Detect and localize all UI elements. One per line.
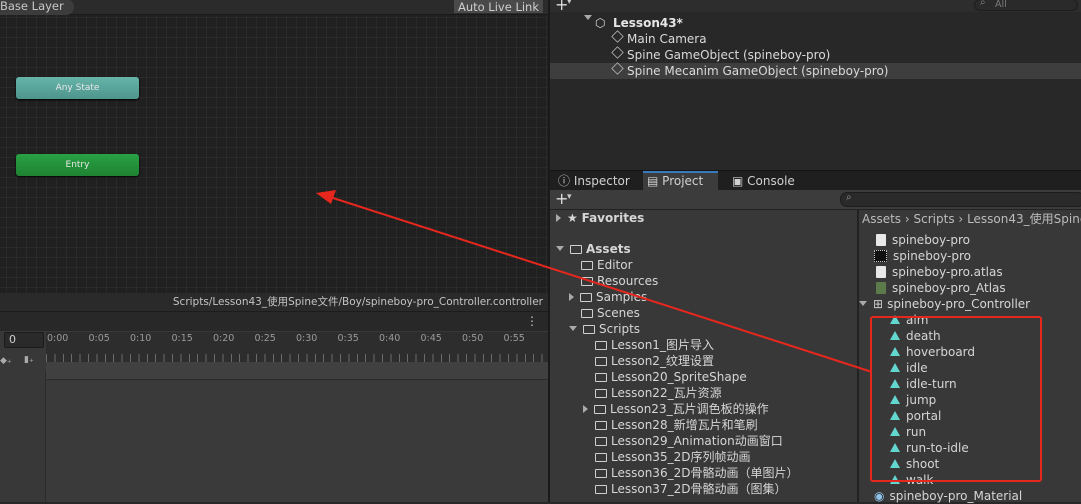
annotation-arrow	[316, 190, 873, 373]
